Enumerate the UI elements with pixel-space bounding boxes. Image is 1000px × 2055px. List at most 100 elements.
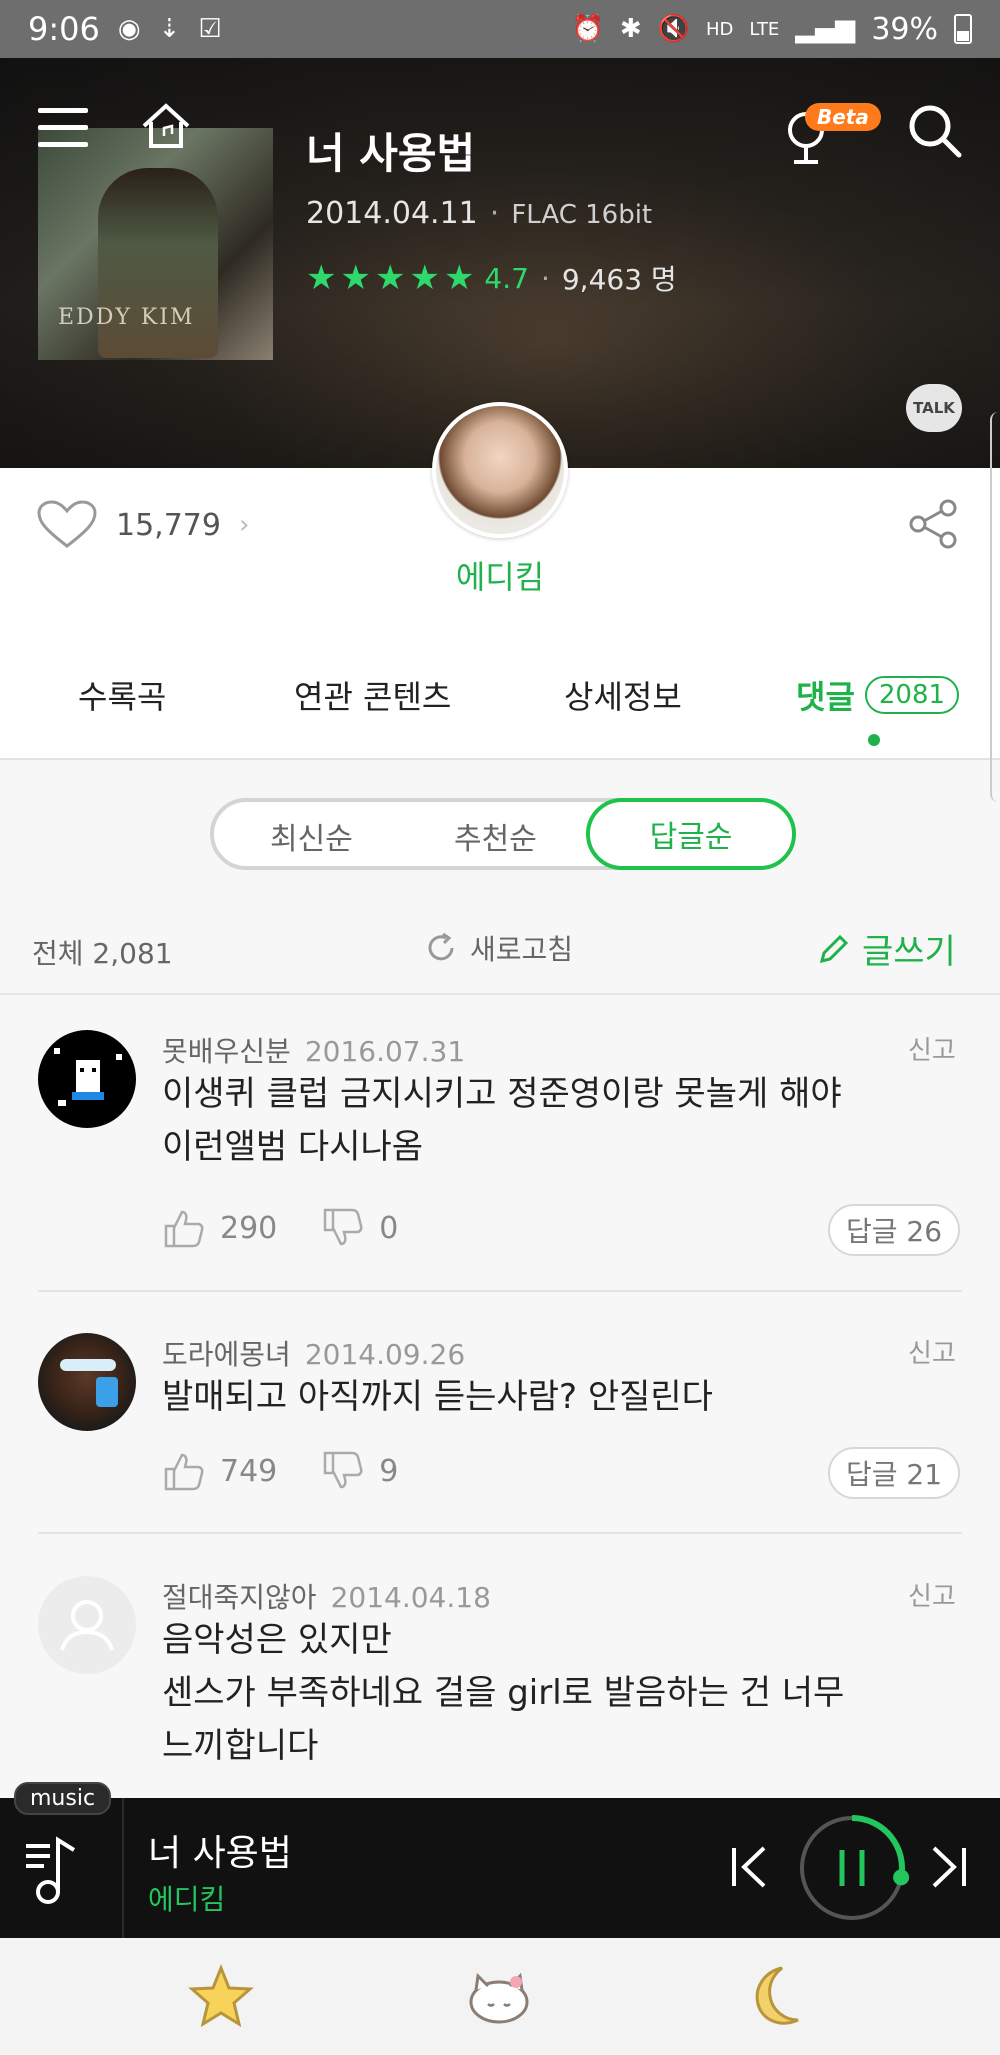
star-icon: ★ xyxy=(374,258,406,298)
divider xyxy=(0,993,1000,995)
status-bar: 9:06 ◉ ⇣ ☑ ⏰ ✱ 🔇 HD LTE ▂▄▆ 39% xyxy=(0,0,1000,58)
report-button[interactable]: 신고 xyxy=(908,1030,956,1067)
refresh-label: 새로고침 xyxy=(470,933,574,966)
refresh-icon xyxy=(428,932,454,961)
like-count: 15,779 xyxy=(116,507,221,543)
sort-selector: 최신순 추천순 답글순 xyxy=(210,798,796,870)
thumbs-down-icon xyxy=(324,1208,363,1246)
hello-kitty-icon[interactable] xyxy=(464,1962,534,2032)
album-title: 너 사용법 xyxy=(306,129,476,178)
tab-comments[interactable]: 댓글 2081 xyxy=(796,672,960,718)
write-comment-button[interactable]: 글쓰기 xyxy=(816,924,956,973)
comment-avatar[interactable] xyxy=(38,1333,136,1431)
comment-date: 2014.04.18 xyxy=(330,1581,491,1614)
like-button[interactable]: 15,779 › xyxy=(36,500,249,550)
comment-meta: 못배우신분 2016.07.31 xyxy=(162,1030,465,1070)
player-separator xyxy=(122,1798,124,1938)
tab-comments-label: 댓글 xyxy=(796,678,855,716)
comment-summary: 전체 2,081 새로고침 글쓰기 xyxy=(0,920,1000,990)
dislike-comment-button[interactable]: 0 xyxy=(321,1206,398,1250)
pencil-icon xyxy=(819,934,849,963)
tab-details[interactable]: 상세정보 xyxy=(564,672,682,718)
meta-separator: · xyxy=(489,196,500,231)
sort-latest[interactable]: 최신순 xyxy=(270,814,353,858)
like-comment-button[interactable]: 749 xyxy=(162,1449,277,1493)
divider xyxy=(38,1532,962,1534)
album-cover[interactable]: EDDY KIM xyxy=(38,128,273,360)
thumbs-down-icon xyxy=(324,1451,363,1489)
comment-author[interactable]: 못배우신분 xyxy=(162,1030,291,1070)
comment-actions: 290 0 xyxy=(162,1206,442,1250)
search-icon[interactable] xyxy=(906,102,964,160)
comment-actions: 749 9 xyxy=(162,1449,442,1493)
talk-button[interactable]: TALK xyxy=(906,384,962,432)
comment-date: 2014.09.26 xyxy=(304,1338,466,1371)
comment-text: 발매되고 아직까지 듣는사람? 안질린다 xyxy=(162,1377,713,1417)
sort-replies[interactable]: 답글순 xyxy=(586,798,796,870)
write-label: 글쓰기 xyxy=(862,932,956,972)
artist-name[interactable]: 에디킴 xyxy=(0,552,1000,598)
star-icon: ★ xyxy=(306,258,337,298)
dislike-comment-button[interactable]: 9 xyxy=(321,1449,398,1493)
star-icon: ★ xyxy=(409,258,440,298)
dislike-count: 9 xyxy=(379,1453,399,1489)
playlist-icon[interactable] xyxy=(22,1832,100,1908)
pause-icon xyxy=(839,1850,865,1886)
menu-button[interactable] xyxy=(38,108,88,148)
moon-icon[interactable] xyxy=(742,1962,812,2032)
share-icon[interactable] xyxy=(908,498,960,550)
comment-author[interactable]: 절대죽지않아 xyxy=(162,1576,317,1616)
default-avatar-icon[interactable] xyxy=(38,1576,136,1674)
star-icon: ★ xyxy=(340,258,371,298)
album-cover-text: EDDY KIM xyxy=(58,305,195,330)
beta-badge: Beta xyxy=(805,103,881,131)
comment-meta: 도라에몽녀 2014.09.26 xyxy=(162,1333,465,1373)
reply-button[interactable]: 답글 21 xyxy=(828,1447,960,1499)
check-status-icon: ☑ xyxy=(198,14,222,44)
rating-count: 9,463 명 xyxy=(561,263,677,296)
player-track-title: 너 사용법 xyxy=(148,1833,292,1874)
sort-recommended[interactable]: 추천순 xyxy=(454,814,537,858)
previous-icon[interactable] xyxy=(728,1842,772,1892)
music-status-icon: ◉ xyxy=(117,14,141,44)
album-meta: 2014.04.11 · FLAC 16bit xyxy=(306,196,652,231)
report-button[interactable]: 신고 xyxy=(908,1576,956,1613)
download-status-icon: ⇣ xyxy=(158,14,181,44)
status-time: 9:06 xyxy=(28,10,100,48)
artist-avatar[interactable] xyxy=(432,402,568,538)
like-count: 290 xyxy=(220,1210,278,1246)
signal-icon: ▂▄▆ xyxy=(795,14,856,44)
comment-avatar[interactable] xyxy=(38,1030,136,1128)
rating-score: 4.7 xyxy=(484,261,529,295)
next-icon[interactable] xyxy=(926,1842,970,1892)
pause-button[interactable] xyxy=(794,1810,910,1926)
network-type: LTE xyxy=(749,18,780,40)
home-icon[interactable] xyxy=(138,98,194,154)
reply-button[interactable]: 답글 26 xyxy=(828,1204,960,1256)
comment-date: 2016.07.31 xyxy=(304,1035,466,1068)
report-button[interactable]: 신고 xyxy=(908,1333,956,1370)
progress-knob xyxy=(893,1869,910,1886)
refresh-button[interactable]: 새로고침 xyxy=(424,928,573,968)
alarm-icon: ⏰ xyxy=(571,14,604,44)
comment-author[interactable]: 도라에몽녀 xyxy=(162,1333,291,1373)
tab-tracks[interactable]: 수록곡 xyxy=(78,672,166,718)
divider xyxy=(38,1290,962,1292)
content-tabs: 수록곡 연관 콘텐츠 상세정보 댓글 2081 xyxy=(0,648,1000,760)
battery-icon xyxy=(954,14,972,44)
comment-text: 이생퀴 클럽 금지시키고 정준영이랑 못놀게 해야 이런앨범 다시나옴 xyxy=(162,1074,842,1167)
heart-icon xyxy=(37,500,97,548)
release-date: 2014.04.11 xyxy=(306,196,478,231)
thumbs-up-icon xyxy=(164,1453,204,1491)
meta-separator: · xyxy=(540,261,550,295)
like-comment-button[interactable]: 290 xyxy=(162,1206,277,1250)
thumbs-up-icon xyxy=(164,1210,204,1248)
mini-player[interactable]: 너 사용법 에디킴 xyxy=(0,1798,1000,1938)
bottom-navigation xyxy=(0,1938,1000,2055)
battery-percent: 39% xyxy=(871,11,938,47)
mute-icon: 🔇 xyxy=(657,14,690,44)
tab-related-content[interactable]: 연관 콘텐츠 xyxy=(294,672,451,718)
rating[interactable]: ★ ★ ★ ★ ★ 4.7 · 9,463 명 xyxy=(306,258,677,298)
star-icon[interactable] xyxy=(186,1962,256,2032)
like-count: 749 xyxy=(220,1453,278,1489)
